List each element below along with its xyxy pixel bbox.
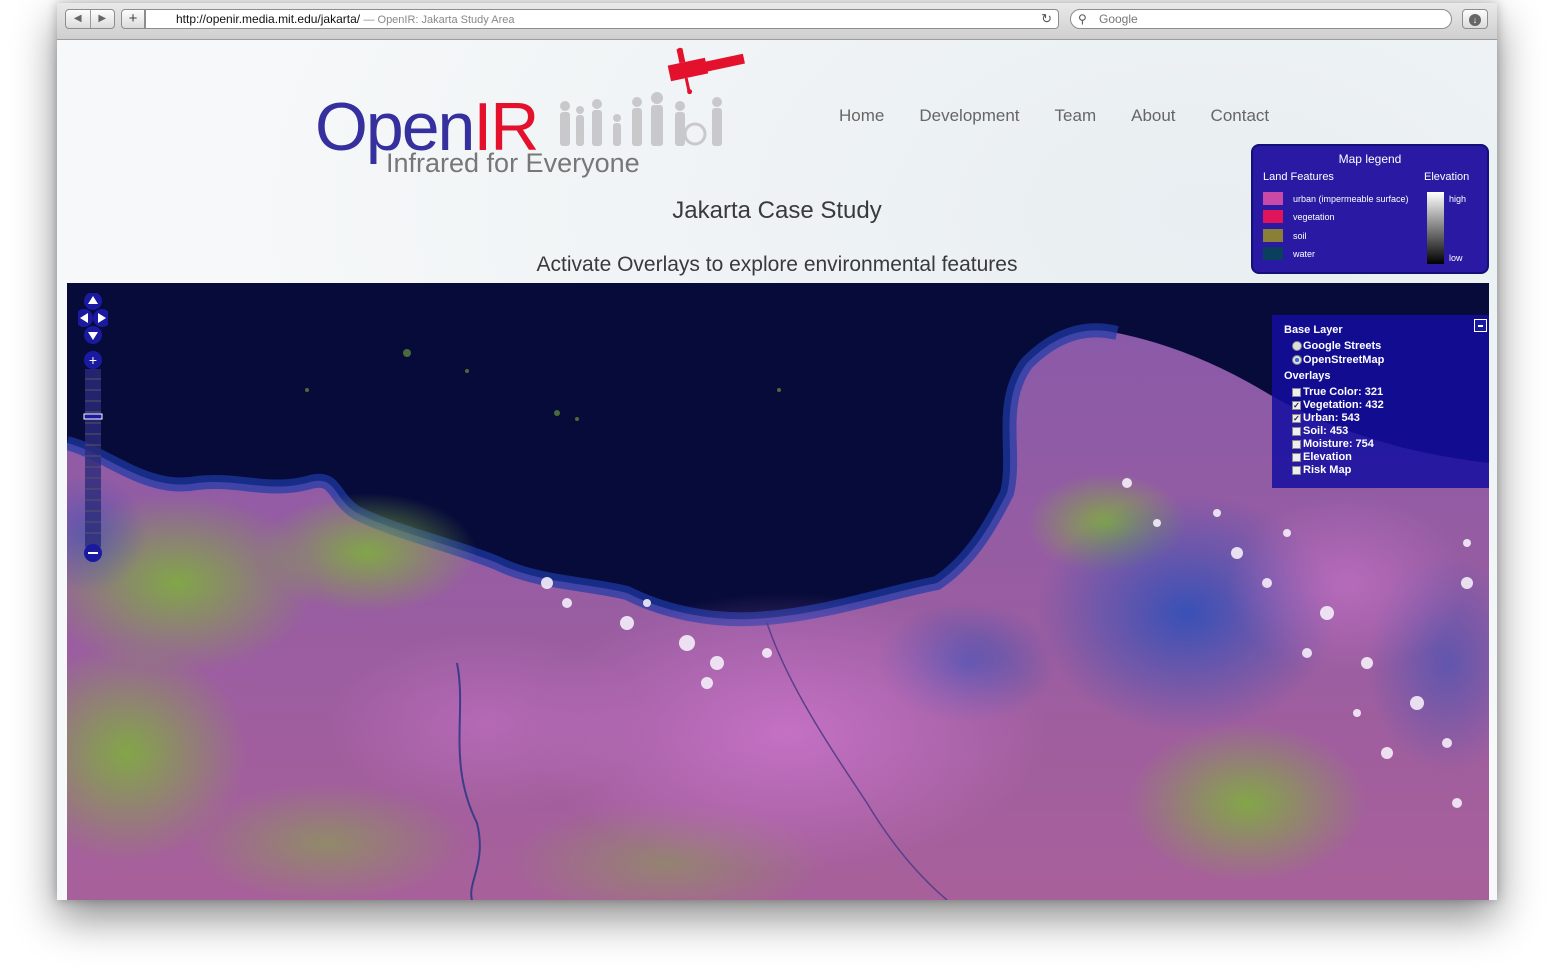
page-title-text: — OpenIR: Jakarta Study Area (363, 14, 515, 26)
zoom-control: + (78, 293, 108, 562)
overlay-option[interactable]: Moisture: 754 (1292, 438, 1374, 450)
overlay-option[interactable]: True Color: 321 (1292, 386, 1383, 398)
checkbox-icon[interactable] (1292, 387, 1301, 397)
legend-swatch (1263, 210, 1283, 223)
browser-toolbar: ◀ ▶ + http://openir.media.mit.edu/jakart… (57, 3, 1497, 40)
legend-swatch (1263, 229, 1283, 242)
tagline: Infrared for Everyone (386, 148, 640, 178)
zoom-slider-track[interactable] (85, 369, 101, 547)
back-icon[interactable]: ◀ (66, 10, 91, 28)
base-layer-label: Google Streets (1303, 340, 1382, 352)
layer-switcher: Base Layer Google Streets OpenStreetMap … (1272, 315, 1489, 488)
radio-selected-icon[interactable] (1292, 355, 1302, 365)
search-field[interactable]: ⚲ Google (1070, 9, 1452, 29)
history-buttons: ◀ ▶ (65, 9, 115, 29)
search-icon: ⚲ (1078, 12, 1087, 26)
base-layer-label: OpenStreetMap (1303, 354, 1385, 366)
download-icon: ↓ (1469, 14, 1481, 26)
overlay-option[interactable]: ✓ Vegetation: 432 (1292, 399, 1384, 411)
base-layer-option[interactable]: Google Streets (1292, 340, 1381, 352)
base-layer-header: Base Layer (1284, 324, 1343, 336)
overlay-label: Vegetation: 432 (1303, 399, 1384, 411)
legend-item-label: urban (impermeable surface) (1293, 193, 1409, 204)
address-bar[interactable]: http://openir.media.mit.edu/jakarta/ — O… (145, 9, 1059, 29)
elevation-high-label: high (1449, 194, 1467, 204)
browser-window: ◀ ▶ + http://openir.media.mit.edu/jakart… (57, 3, 1497, 900)
nav-home[interactable]: Home (839, 106, 884, 126)
nav-about[interactable]: About (1131, 106, 1175, 126)
checkbox-icon[interactable] (1292, 465, 1301, 475)
nav-team[interactable]: Team (1055, 106, 1097, 126)
overlay-label: Soil: 453 (1303, 425, 1349, 437)
checkbox-icon[interactable] (1292, 439, 1301, 449)
page-content: OpenIR Infrared for Everyone Home Develo… (57, 40, 1497, 900)
nav-development[interactable]: Development (919, 106, 1019, 126)
overlay-label: True Color: 321 (1303, 386, 1384, 398)
overlay-option[interactable]: Elevation (1292, 451, 1352, 463)
legend-item: soil (1263, 229, 1307, 242)
legend-swatch (1263, 192, 1283, 205)
overlay-option[interactable]: Soil: 453 (1292, 425, 1348, 437)
overlay-label: Moisture: 754 (1303, 438, 1374, 450)
legend-item-label: vegetation (1293, 211, 1335, 222)
overlay-label: Urban: 543 (1303, 412, 1360, 424)
main-nav: Home Development Team About Contact (839, 106, 1269, 126)
overlay-label: Risk Map (1303, 464, 1352, 476)
overlay-option[interactable]: Risk Map (1292, 464, 1351, 476)
forward-icon[interactable]: ▶ (91, 10, 115, 28)
satellite-map[interactable]: + Base Layer Google Streets OpenStreetMa… (67, 283, 1489, 900)
checkbox-icon[interactable] (1292, 426, 1301, 436)
legend-item-label: soil (1293, 230, 1307, 241)
legend-item: urban (impermeable surface) (1263, 192, 1409, 205)
legend-title: Map legend (1338, 152, 1402, 166)
checkbox-icon[interactable] (1292, 452, 1301, 462)
checkbox-checked-icon[interactable]: ✓ (1292, 413, 1301, 423)
search-placeholder: Google (1099, 12, 1138, 26)
elevation-low-label: low (1449, 253, 1463, 263)
reload-icon[interactable]: ↻ (1041, 10, 1052, 28)
base-layer-option[interactable]: OpenStreetMap (1292, 354, 1384, 366)
overlays-header: Overlays (1284, 370, 1331, 382)
legend-elevation-header: Elevation (1424, 171, 1470, 183)
downloads-button[interactable]: ↓ (1462, 9, 1488, 29)
address-url: http://openir.media.mit.edu/jakarta/ (176, 12, 361, 26)
legend-item: water (1263, 247, 1315, 260)
overlay-label: Elevation (1303, 451, 1352, 463)
map-legend: Map legend Land Features Elevation urban… (1251, 144, 1489, 274)
zoom-slider-handle[interactable] (83, 413, 103, 420)
legend-item-label: water (1293, 248, 1316, 259)
svg-text:+: + (89, 352, 97, 368)
add-bookmark-button[interactable]: + (121, 9, 145, 29)
elevation-gradient (1427, 192, 1444, 264)
legend-land-header: Land Features (1263, 171, 1334, 183)
people-silhouette-icon (560, 47, 745, 146)
overlay-option[interactable]: ✓ Urban: 543 (1292, 412, 1360, 424)
nav-contact[interactable]: Contact (1211, 106, 1270, 126)
legend-swatch (1263, 247, 1283, 260)
checkbox-checked-icon[interactable]: ✓ (1292, 400, 1301, 410)
radio-icon[interactable] (1292, 341, 1302, 351)
minimize-icon[interactable] (1474, 319, 1487, 332)
legend-item: vegetation (1263, 210, 1335, 223)
